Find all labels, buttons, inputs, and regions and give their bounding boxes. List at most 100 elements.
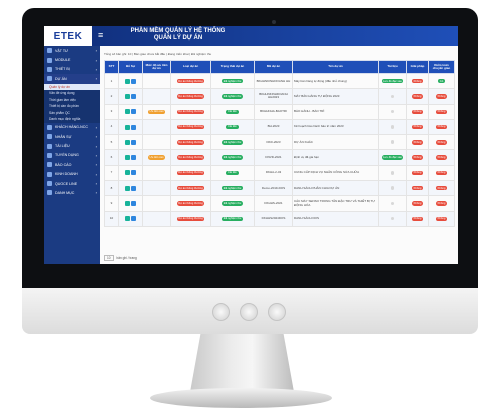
chevron-right-icon: › [95, 76, 97, 82]
edit-icon[interactable] [125, 93, 131, 99]
column-header[interactable]: Kiểm toán chuyển giao [428, 60, 455, 74]
sidebar-item[interactable]: MODULE › [44, 55, 100, 64]
document-icon [47, 143, 52, 149]
sidebar-item[interactable]: VẬT TƯ › [44, 46, 100, 55]
type-cell: Dự án thông thường [170, 210, 211, 227]
handover-cell: Không [428, 88, 455, 105]
column-header[interactable]: STT [104, 60, 119, 74]
sidebar-item[interactable]: THIẾT BỊ › [44, 65, 100, 74]
column-header[interactable]: Mức độ ưu tiên dự án [142, 60, 171, 74]
people-icon [47, 134, 52, 140]
page-size-select[interactable]: 10 [104, 255, 114, 261]
status-cell: Đã nghiệm thu [210, 72, 255, 90]
view-icon[interactable] [130, 139, 136, 145]
priority-badge: Ưu tiên cao [147, 109, 166, 114]
device-icon [47, 66, 52, 72]
type-badge: Dự án thông thường [176, 216, 205, 222]
monitor-stand [190, 334, 294, 392]
sidebar-item[interactable]: BÁO CÁO › [44, 160, 100, 169]
edit-icon[interactable] [125, 170, 131, 176]
type-cell: Dự án thông thường [170, 195, 211, 212]
view-icon[interactable] [130, 155, 136, 161]
document-cell [378, 118, 407, 136]
row-actions [118, 103, 143, 120]
solution-cell: Không [406, 72, 429, 90]
priority-cell [142, 195, 171, 212]
column-header[interactable]: Bổ Sự [118, 60, 143, 74]
handover-badge: Không [436, 170, 447, 176]
edit-icon[interactable] [125, 124, 131, 130]
sidebar-item[interactable]: TUYỂN DỤNG › [44, 151, 100, 160]
project-code: BKHHNKINHDOANH HH [254, 72, 293, 90]
column-header[interactable]: Trạng thái dự án [210, 60, 255, 74]
edit-icon[interactable] [125, 139, 131, 145]
app-logo[interactable]: ETEK [44, 26, 92, 46]
row-actions [118, 118, 143, 136]
project-name: MÁY BÁN HÀNG TỰ ĐỘNG 2023 [292, 88, 379, 105]
solution-cell: Không [406, 164, 429, 182]
solution-badge: Không [412, 170, 423, 176]
status-badge: Đã nghiệm thu [222, 140, 243, 145]
row-index: 5 [104, 134, 119, 151]
sidebar: VẬT TƯ › MODULE › THIẾT BỊ › DỰ ÁN › Quản lý dự … [44, 46, 100, 264]
type-cell: Dự án thông thường [170, 103, 211, 120]
project-code: BKHHNKINHDOANH HH2023 [254, 88, 293, 105]
column-header[interactable]: Giải pháp [406, 60, 429, 74]
chevron-right-icon: › [95, 152, 97, 158]
sidebar-item[interactable]: TÀI LIỆU › [44, 141, 100, 150]
chevron-right-icon: › [95, 171, 97, 177]
type-badge: Dự án thông thường [176, 170, 205, 176]
column-header[interactable]: Tài liệu [378, 60, 407, 74]
project-name: Kế hoạch bảo hành bảo trì năm 2023 [292, 118, 379, 136]
type-cell: Dự án thông thường [170, 118, 211, 136]
view-icon[interactable] [130, 201, 136, 207]
view-icon[interactable] [130, 109, 136, 115]
edit-icon[interactable] [125, 216, 131, 222]
edit-icon[interactable] [125, 185, 131, 191]
solution-cell: Không [406, 210, 429, 227]
column-header[interactable]: Tên dự án [292, 60, 379, 74]
solution-cell: Không [406, 118, 429, 136]
edit-icon[interactable] [125, 201, 131, 207]
box-icon [47, 48, 52, 54]
sidebar-item[interactable]: NHÂN SỰ › [44, 132, 100, 141]
table-row: 6 Ưu tiên cao Dự án thông thường Đã nghiệm … [104, 149, 455, 166]
view-icon[interactable] [130, 124, 136, 130]
sidebar-item[interactable]: QUOCE LINE › [44, 179, 100, 188]
view-icon[interactable] [130, 216, 136, 222]
project-name: Máy bán hàng tự động (đầu nhỏ chung) [292, 72, 379, 90]
sidebar-item[interactable]: KINH DOANH › [44, 170, 100, 179]
table-row: 8 Dự án thông thường Đã nghiệm thu Demo-201… [104, 180, 455, 197]
menu-toggle-icon[interactable]: ≡ [98, 31, 106, 40]
view-icon[interactable] [130, 78, 136, 84]
priority-cell [142, 118, 171, 136]
sidebar-item-label: THIẾT BỊ [55, 67, 70, 72]
solution-badge: Không [412, 78, 423, 84]
project-code: DKHHS-2021 [254, 195, 293, 212]
solution-badge: Không [412, 109, 423, 114]
empty-indicator-icon [390, 125, 395, 129]
view-icon[interactable] [130, 170, 136, 176]
status-badge: Cải tiến [226, 124, 239, 130]
empty-indicator-icon [390, 140, 395, 144]
sidebar-item[interactable]: DỰ ÁN › [44, 74, 100, 84]
edit-icon[interactable] [125, 78, 131, 84]
handover-cell: Không [428, 149, 455, 166]
row-index: 6 [104, 149, 119, 166]
view-icon[interactable] [130, 185, 136, 191]
handover-badge: Không [436, 201, 447, 206]
status-badge: Đã nghiệm thu [222, 78, 243, 84]
project-code: DNVD-2021 [254, 149, 293, 166]
view-icon[interactable] [130, 93, 136, 99]
column-header[interactable]: Loại dự án [170, 60, 211, 74]
type-badge: Dự án thông thường [176, 201, 205, 206]
handover-badge: Không [436, 124, 447, 130]
edit-icon[interactable] [125, 109, 131, 115]
sidebar-item[interactable]: KHÁCH HÀNG-NCC › [44, 123, 100, 132]
title-line-1: PHẦN MỀM QUẢN LÝ HỆ THỐNG [130, 28, 226, 34]
column-header[interactable]: Mã dự án [254, 60, 293, 74]
table-row: 10 Dự án thông thường Đã nghiệm thu DKHHS20… [104, 210, 455, 227]
status-cell: Đã nghiệm thu [210, 88, 255, 105]
sidebar-item[interactable]: DANH MỤC › [44, 188, 100, 197]
edit-icon[interactable] [125, 155, 131, 161]
